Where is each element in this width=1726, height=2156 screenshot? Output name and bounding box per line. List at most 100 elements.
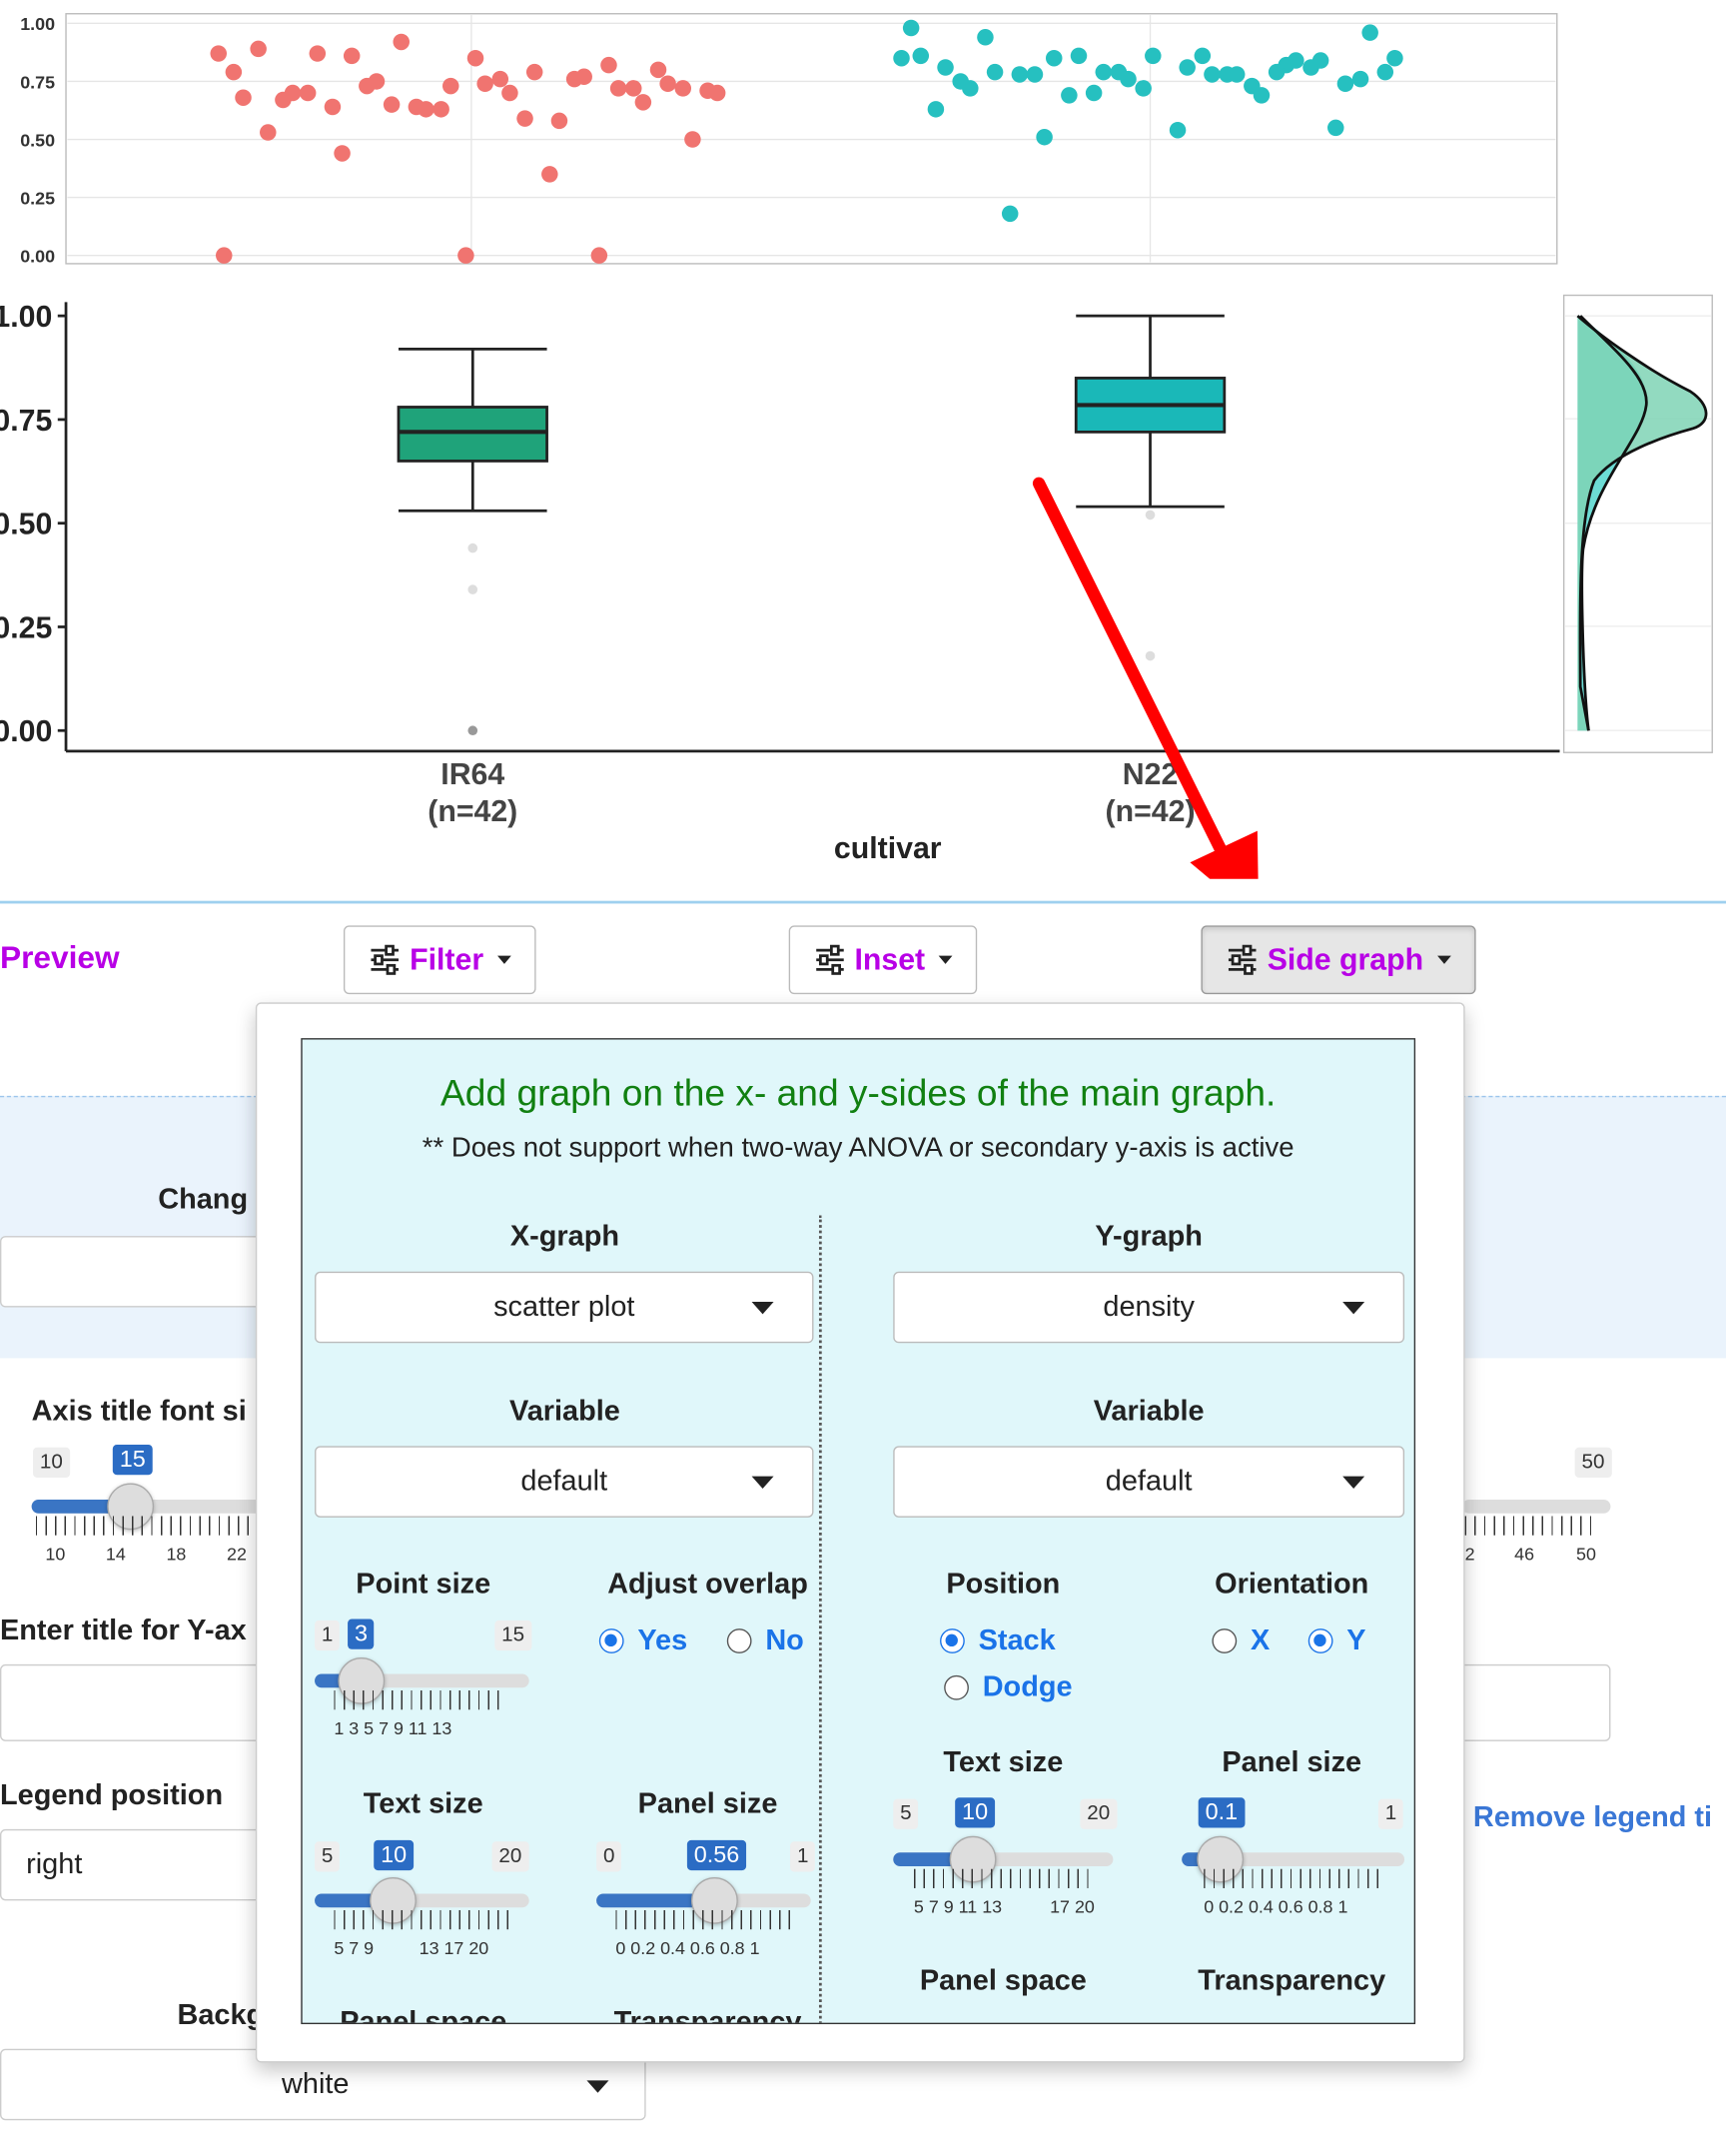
adjust-overlap-label: Adjust overlap xyxy=(607,1568,808,1601)
y-text-size-ticks xyxy=(913,1868,1093,1888)
y-title-input[interactable] xyxy=(0,1663,276,1741)
scatter-point-ir64 xyxy=(649,61,667,79)
scatter-point-ir64 xyxy=(216,247,233,264)
scatter-point-n22 xyxy=(1061,87,1078,104)
remove-legend-title-link[interactable]: Remove legend ti xyxy=(1473,1801,1712,1834)
x-variable-select[interactable]: default xyxy=(315,1446,814,1518)
legend-position-select[interactable]: right xyxy=(0,1828,276,1901)
filter-button[interactable]: Filter xyxy=(343,925,536,995)
column-divider xyxy=(818,1215,822,2023)
background-value: white xyxy=(282,2068,350,2100)
scatter-point-n22 xyxy=(1194,47,1212,65)
y-text-size-ticks-b: 17 20 xyxy=(1050,1896,1095,1917)
scatter-point-ir64 xyxy=(343,47,361,65)
adjust-overlap-no-radio[interactable]: No xyxy=(726,1624,804,1657)
axis-font-min: 10 xyxy=(33,1447,70,1478)
side-graph-panel: Add graph on the x- and y-sides of the m… xyxy=(301,1038,1416,2025)
chevron-down-icon xyxy=(586,2080,609,2093)
tab-preview[interactable]: Preview xyxy=(0,939,120,976)
inset-button[interactable]: Inset xyxy=(788,925,978,995)
box-y-tick-label: 0.00 xyxy=(0,715,52,748)
axis-font-track-right xyxy=(1461,1499,1611,1514)
adjust-overlap-yes-label: Yes xyxy=(637,1624,688,1656)
scatter-point-n22 xyxy=(1085,84,1103,102)
x-text-size-ticks-a: 5 7 9 xyxy=(334,1937,375,1959)
y-text-size-ticks-a: 5 7 9 11 13 xyxy=(913,1896,1003,1917)
chevron-down-icon xyxy=(938,955,953,964)
position-dodge-radio[interactable]: Dodge xyxy=(944,1671,1073,1704)
x-panel-size-tick-labels: 0 0.2 0.4 0.6 0.8 1 xyxy=(615,1937,760,1959)
scatter-point-n22 xyxy=(1011,66,1029,83)
y-panel-size-label: Panel size xyxy=(1222,1746,1362,1779)
x-tick-n22-n: (n=42) xyxy=(1106,795,1196,828)
box-y-tick-label: 1.00 xyxy=(0,301,52,334)
scatter-point-ir64 xyxy=(457,247,474,264)
y-graph-type-value: density xyxy=(1103,1291,1195,1323)
scatter-point-ir64 xyxy=(225,63,243,81)
y-variable-select[interactable]: default xyxy=(893,1446,1405,1518)
sliders-icon xyxy=(815,944,844,975)
red-annotation-arrow-shaft xyxy=(1032,477,1227,855)
point-size-label: Point size xyxy=(356,1568,491,1601)
x-tick-n22: N22 xyxy=(1123,758,1179,791)
scatter-point-ir64 xyxy=(684,131,701,148)
scatter-y-tick-label: 1.00 xyxy=(20,14,55,34)
x-graph-type-select[interactable]: scatter plot xyxy=(315,1271,814,1344)
x-panel-size-ticks xyxy=(615,1909,792,1930)
orientation-y-radio[interactable]: Y xyxy=(1307,1624,1366,1657)
scatter-point-ir64 xyxy=(250,40,267,58)
scatter-point-n22 xyxy=(912,47,930,65)
box-outlier xyxy=(1145,510,1156,521)
scatter-point-n22 xyxy=(1219,66,1236,83)
scatter-point-n22 xyxy=(1244,77,1261,95)
adjust-overlap-yes-radio[interactable]: Yes xyxy=(598,1624,688,1657)
axis-title-font-label: Axis title font si xyxy=(31,1395,247,1428)
chevron-down-icon xyxy=(1436,955,1451,964)
scatter-point-ir64 xyxy=(600,56,617,74)
x-panel-size-max: 1 xyxy=(790,1841,816,1872)
chevron-down-icon xyxy=(1342,1476,1365,1489)
scatter-point-ir64 xyxy=(659,75,676,93)
scatter-point-n22 xyxy=(1386,49,1403,67)
orientation-y-label: Y xyxy=(1346,1624,1366,1656)
scatter-point-ir64 xyxy=(260,124,277,141)
scatter-point-ir64 xyxy=(324,98,342,116)
scatter-point-n22 xyxy=(1135,80,1152,97)
scatter-point-ir64 xyxy=(393,33,410,51)
scatter-point-n22 xyxy=(893,49,910,67)
radio-selected-icon xyxy=(940,1628,965,1653)
scatter-point-ir64 xyxy=(309,45,327,62)
scatter-point-ir64 xyxy=(275,91,292,109)
axis-font-tick-50: 50 xyxy=(1576,1543,1596,1565)
orientation-x-radio[interactable]: X xyxy=(1212,1624,1270,1657)
position-stack-radio[interactable]: Stack xyxy=(940,1624,1056,1657)
scatter-point-n22 xyxy=(1169,121,1187,139)
scatter-point-ir64 xyxy=(334,145,351,162)
radio-unselected-icon xyxy=(1212,1628,1238,1653)
scatter-point-n22 xyxy=(1036,128,1053,146)
y-graph-type-select[interactable]: density xyxy=(893,1271,1405,1344)
y-title-label: Enter title for Y-ax xyxy=(0,1615,247,1647)
scatter-point-ir64 xyxy=(550,112,568,130)
scatter-point-n22 xyxy=(937,59,954,76)
x-variable-label: Variable xyxy=(509,1395,620,1428)
point-size-value: 3 xyxy=(348,1618,375,1649)
x-variable-value: default xyxy=(520,1465,608,1498)
change-input[interactable] xyxy=(0,1236,276,1308)
x-tick-ir64-n: (n=42) xyxy=(428,795,517,828)
chevron-down-icon xyxy=(751,1302,774,1315)
radio-unselected-icon xyxy=(944,1674,969,1700)
orientation-label: Orientation xyxy=(1215,1568,1369,1601)
x-text-size-label: Text size xyxy=(363,1787,483,1820)
y-text-size-min: 5 xyxy=(893,1798,919,1829)
background-label: Backg xyxy=(177,1999,265,2031)
scatter-point-n22 xyxy=(927,101,945,118)
box-y-tick-label: 0.75 xyxy=(0,405,52,438)
extra-title-textarea[interactable] xyxy=(1442,1663,1611,1741)
side-graph-button[interactable]: Side graph xyxy=(1201,925,1476,995)
x-text-size-value: 10 xyxy=(374,1839,415,1871)
y-variable-value: default xyxy=(1105,1465,1193,1498)
radio-selected-icon xyxy=(598,1628,624,1653)
filter-label: Filter xyxy=(410,941,484,977)
popup-heading: Add graph on the x- and y-sides of the m… xyxy=(440,1072,1277,1114)
